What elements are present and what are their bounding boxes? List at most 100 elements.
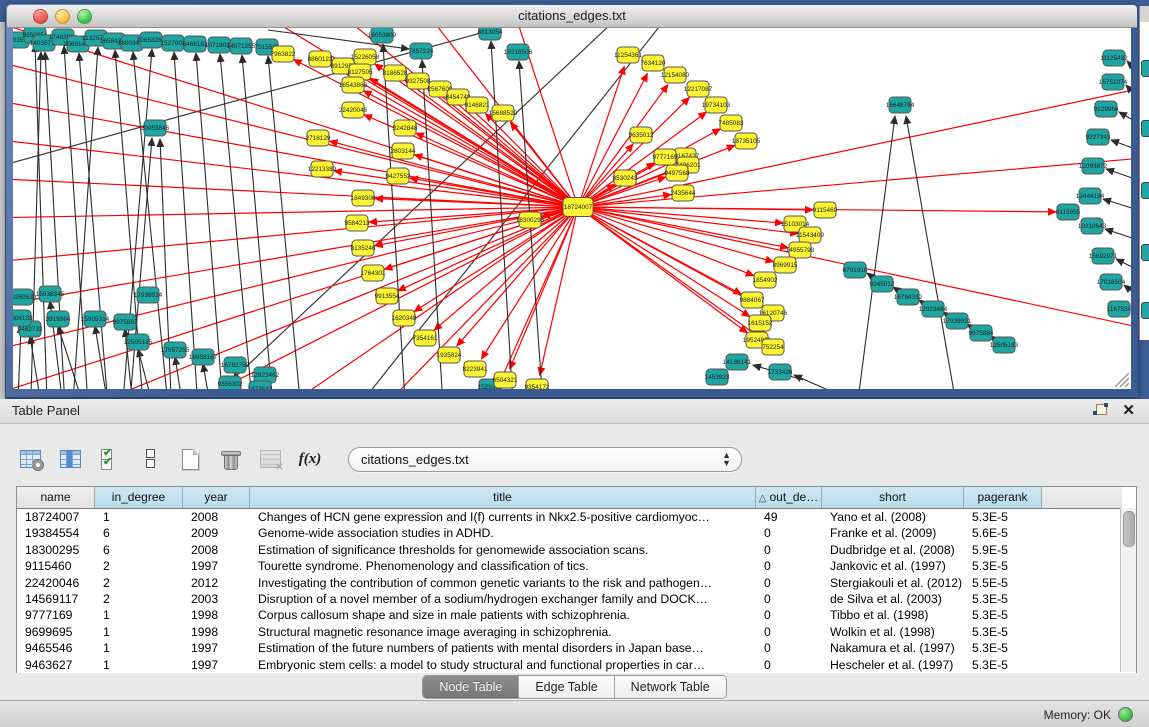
network-view-window[interactable]: citations_edges.txt 19035719350854140357… xyxy=(6,4,1138,397)
graph-node[interactable]: 15688520 xyxy=(489,105,518,121)
table-row[interactable]: 911546021997Tourette syndrome. Phenomeno… xyxy=(17,558,1136,574)
cell-name[interactable]: 19384554 xyxy=(17,525,95,541)
graph-node[interactable]: 9129966 xyxy=(1094,101,1119,117)
cell-in_degree[interactable]: 6 xyxy=(95,542,183,558)
graph-node[interactable]: 12444194 xyxy=(1076,188,1105,204)
graph-node[interactable]: 8135246 xyxy=(351,240,376,256)
cell-short[interactable]: Wolkin et al. (1998) xyxy=(822,624,964,640)
cell-out_de[interactable]: 0 xyxy=(756,657,822,673)
table-row[interactable]: 2242004622012Investigating the contribut… xyxy=(17,575,1136,591)
cell-short[interactable]: Hescheler et al. (1997) xyxy=(822,657,964,673)
cell-title[interactable]: Structural magnetic resonance image aver… xyxy=(250,624,756,640)
column-header-pagerank[interactable]: pagerank xyxy=(964,487,1042,508)
cell-name[interactable]: 9463627 xyxy=(17,657,95,673)
cell-in_degree[interactable]: 1 xyxy=(95,607,183,623)
graph-node[interactable]: 16958167 xyxy=(189,349,218,365)
table-row[interactable]: 946362711997Embryonic stem cells: a mode… xyxy=(17,657,1136,673)
column-header-title[interactable]: title xyxy=(250,487,756,508)
graph-node[interactable]: 8223941 xyxy=(463,361,488,377)
new-column-button[interactable] xyxy=(176,445,204,473)
table-row[interactable]: 1938455462009Genome-wide association stu… xyxy=(17,525,1136,541)
graph-node[interactable]: 9356302 xyxy=(218,376,243,389)
graph-node[interactable]: 11254361 xyxy=(614,47,642,63)
graph-node[interactable]: 9635012 xyxy=(629,127,654,143)
function-builder-button[interactable]: f(x) xyxy=(296,445,324,473)
graph-node[interactable]: 6791910 xyxy=(843,262,868,278)
cell-pagerank[interactable]: 5.3E-5 xyxy=(964,657,1042,673)
graph-node[interactable]: 8115955 xyxy=(1056,204,1081,220)
table-row[interactable]: 969969511998Structural magnetic resonanc… xyxy=(17,624,1136,640)
table-mode-button[interactable] xyxy=(16,445,44,473)
cell-in_degree[interactable]: 2 xyxy=(95,575,183,591)
cell-in_degree[interactable]: 6 xyxy=(95,525,183,541)
graph-node[interactable]: 7857224 xyxy=(409,43,434,59)
graph-node[interactable]: 15226058 xyxy=(351,49,380,65)
graph-node[interactable]: 9975887 xyxy=(113,314,138,330)
cell-year[interactable]: 2012 xyxy=(183,575,250,591)
graph-node[interactable]: 17016504 xyxy=(1097,274,1126,290)
cell-year[interactable]: 2009 xyxy=(183,525,250,541)
graph-node[interactable]: 9884067 xyxy=(740,292,765,308)
graph-node[interactable]: 1764301 xyxy=(361,265,386,281)
graph-node[interactable]: 2718129 xyxy=(306,130,331,146)
table-row[interactable]: 977716911998Corpus callosum shape and si… xyxy=(17,607,1136,623)
graph-node[interactable]: 12093872 xyxy=(1079,158,1108,174)
cell-out_de[interactable]: 0 xyxy=(756,640,822,656)
cell-out_de[interactable]: 0 xyxy=(756,525,822,541)
graph-node[interactable]: 17957255 xyxy=(161,342,190,358)
column-header-in_degree[interactable]: in_degree xyxy=(95,487,183,508)
graph-node[interactable]: 15692971 xyxy=(1089,248,1118,264)
graph-node[interactable]: 16782759 xyxy=(221,357,250,373)
cell-short[interactable]: Franke et al. (2009) xyxy=(822,525,964,541)
graph-node[interactable]: 17939921 xyxy=(943,313,972,329)
graph-node[interactable]: 19734103 xyxy=(702,97,731,113)
cell-title[interactable]: Embryonic stem cells: a model to study s… xyxy=(250,657,756,673)
graph-node[interactable]: 20053846 xyxy=(141,120,170,136)
graph-node[interactable]: 17939924 xyxy=(134,287,163,303)
cell-year[interactable]: 1998 xyxy=(183,624,250,640)
graph-node[interactable]: 752254 xyxy=(762,339,784,355)
graph-node[interactable]: 12217087 xyxy=(684,81,713,97)
graph-node[interactable]: 8530243 xyxy=(613,170,638,186)
cell-pagerank[interactable]: 5.3E-5 xyxy=(964,558,1042,574)
graph-node[interactable]: 2435644 xyxy=(671,185,696,201)
column-header-short[interactable]: short xyxy=(822,487,964,508)
cell-out_de[interactable]: 0 xyxy=(756,575,822,591)
graph-node[interactable]: 9354172 xyxy=(525,379,550,389)
delete-column-button[interactable] xyxy=(216,445,244,473)
graph-node[interactable]: 9777169 xyxy=(653,149,678,165)
graph-node[interactable]: 1849306 xyxy=(351,190,376,206)
graph-node[interactable]: 11125432 xyxy=(1100,50,1128,66)
cell-name[interactable]: 9115460 xyxy=(17,558,95,574)
cell-name[interactable]: 9777169 xyxy=(17,607,95,623)
graph-node[interactable]: 9975884 xyxy=(969,325,994,341)
graph-node[interactable]: 7354161 xyxy=(413,330,438,346)
cell-out_de[interactable]: 49 xyxy=(756,509,822,525)
cell-short[interactable]: Tibbo et al. (1998) xyxy=(822,607,964,623)
cell-pagerank[interactable]: 5.3E-5 xyxy=(964,640,1042,656)
graph-node[interactable]: 9913554 xyxy=(375,288,400,304)
cell-pagerank[interactable]: 5.6E-5 xyxy=(964,525,1042,541)
graph-node[interactable]: 9115460 xyxy=(813,202,838,218)
graph-node[interactable]: 3919384 xyxy=(46,311,71,327)
cell-year[interactable]: 2008 xyxy=(183,542,250,558)
graph-node[interactable]: 9227343 xyxy=(1086,129,1111,145)
cell-title[interactable]: Genome-wide association studies in ADHD. xyxy=(250,525,756,541)
graph-node[interactable]: 9584213 xyxy=(345,215,370,231)
cell-pagerank[interactable]: 5.3E-5 xyxy=(964,509,1042,525)
row-height-button[interactable] xyxy=(136,445,164,473)
graph-node[interactable]: 18724007 xyxy=(563,198,593,217)
graph-node[interactable]: 14136141 xyxy=(723,354,752,370)
graph-node[interactable]: 1620348 xyxy=(392,310,417,326)
cell-year[interactable]: 2008 xyxy=(183,509,250,525)
tab-edge-table[interactable]: Edge Table xyxy=(519,676,614,698)
graph-node[interactable]: 1854902 xyxy=(753,272,778,288)
graph-node[interactable]: 1615152 xyxy=(748,315,773,331)
cell-name[interactable]: 18724007 xyxy=(17,509,95,525)
graph-node[interactable]: 15938345 xyxy=(36,286,65,302)
table-row[interactable]: 1872400712008Changes of HCN gene express… xyxy=(17,509,1136,525)
graph-node[interactable]: 8860123 xyxy=(308,51,333,67)
graph-node[interactable]: 19218506 xyxy=(504,44,533,60)
graph-node[interactable]: 2803144 xyxy=(391,143,416,159)
graph-node[interactable]: 9427552 xyxy=(386,168,411,184)
